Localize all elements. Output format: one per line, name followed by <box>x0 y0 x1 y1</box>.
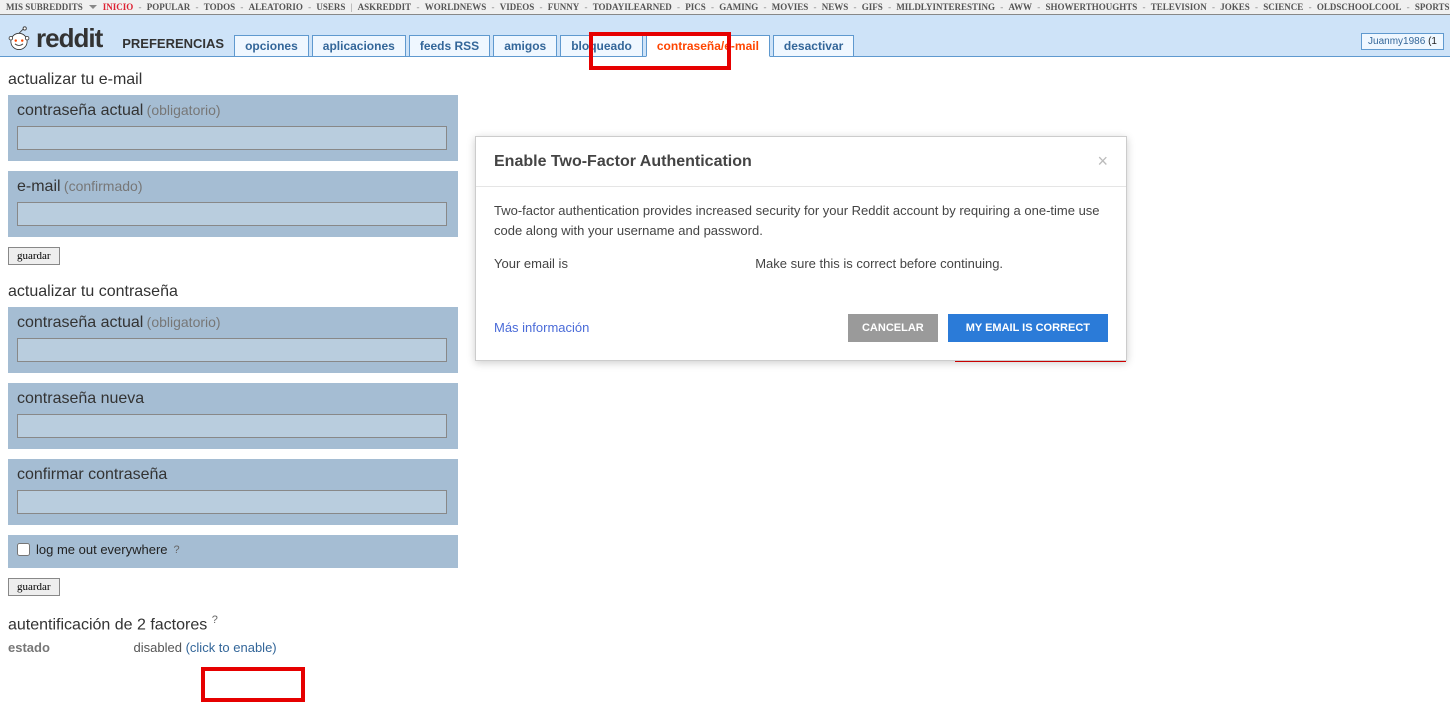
dropdown-triangle-icon[interactable] <box>89 5 97 9</box>
subreddit-link[interactable]: SCIENCE <box>1263 2 1303 12</box>
confirm-password-input[interactable] <box>17 490 447 514</box>
two-factor-heading-text: autentificación de 2 factores <box>8 616 207 633</box>
current-password-hint: (obligatorio) <box>147 102 221 118</box>
subreddit-link[interactable]: FUNNY <box>548 2 580 12</box>
confirm-password-box: confirmar contraseña <box>8 459 458 525</box>
your-email-prefix: Your email is <box>494 256 568 271</box>
two-factor-modal: Enable Two-Factor Authentication × Two-f… <box>475 136 1127 361</box>
subreddit-link[interactable]: POPULAR <box>147 2 191 12</box>
two-factor-status-value: disabled <box>134 640 182 655</box>
subreddit-link[interactable]: VIDEOS <box>500 2 535 12</box>
subreddit-bar: MIS SUBREDDITS INICIO - POPULAR - TODOS … <box>0 0 1450 15</box>
modal-body: Two-factor authentication provides incre… <box>476 187 1126 302</box>
subreddit-link[interactable]: SHOWERTHOUGHTS <box>1046 2 1138 12</box>
subreddit-link[interactable]: AWW <box>1009 2 1033 12</box>
user-bar[interactable]: Juanmy1986 (1 <box>1361 33 1444 50</box>
subreddit-link[interactable]: WORLDNEWS <box>425 2 487 12</box>
email-input[interactable] <box>17 202 447 226</box>
subreddit-link[interactable]: PICS <box>685 2 706 12</box>
two-factor-enable-link[interactable]: (click to enable) <box>186 640 277 655</box>
confirm-password-label: confirmar contraseña <box>17 466 167 483</box>
current-password-label-2: contraseña actual <box>17 314 143 331</box>
subreddit-link[interactable]: MOVIES <box>772 2 809 12</box>
subreddit-link[interactable]: TELEVISION <box>1151 2 1207 12</box>
email-hint: (confirmado) <box>64 178 143 194</box>
pref-tab[interactable]: aplicaciones <box>312 35 406 57</box>
modal-header: Enable Two-Factor Authentication × <box>476 137 1126 187</box>
save-password-button[interactable]: guardar <box>8 578 60 596</box>
subreddit-link[interactable]: MILDLYINTERESTING <box>896 2 995 12</box>
two-factor-status-row: estado disabled (click to enable) <box>8 640 1444 655</box>
new-password-label: contraseña nueva <box>17 390 144 407</box>
pref-tab[interactable]: contraseña/e-mail <box>646 35 770 57</box>
subreddit-link[interactable]: ASKREDDIT <box>358 2 412 12</box>
new-password-box: contraseña nueva <box>8 383 458 449</box>
subreddit-link[interactable]: TODOS <box>204 2 235 12</box>
subreddit-link[interactable]: OLDSCHOOLCOOL <box>1317 2 1402 12</box>
snoo-icon <box>6 26 32 52</box>
subreddit-link[interactable]: GAMING <box>719 2 758 12</box>
current-password-hint-2: (obligatorio) <box>147 314 221 330</box>
modal-email-line: Your email is Make sure this is correct … <box>494 254 1108 274</box>
email-box: e-mail (confirmado) <box>8 171 458 237</box>
pref-tab[interactable]: desactivar <box>773 35 854 57</box>
save-email-button[interactable]: guardar <box>8 247 60 265</box>
current-password-input-2[interactable] <box>17 338 447 362</box>
subreddit-link[interactable]: TODAYILEARNED <box>593 2 672 12</box>
modal-title: Enable Two-Factor Authentication <box>494 153 752 171</box>
logo-text: reddit <box>36 23 102 54</box>
pref-tab[interactable]: feeds RSS <box>409 35 490 57</box>
modal-footer: Más información CANCELAR MY EMAIL IS COR… <box>476 302 1126 360</box>
more-info-link[interactable]: Más información <box>494 320 589 335</box>
subreddit-link[interactable]: NEWS <box>822 2 849 12</box>
modal-description: Two-factor authentication provides incre… <box>494 201 1108 240</box>
close-icon[interactable]: × <box>1097 151 1108 172</box>
subreddit-link[interactable]: USERS <box>316 2 345 12</box>
subreddit-link[interactable]: ALEATORIO <box>249 2 303 12</box>
two-factor-status-label: estado <box>8 640 50 655</box>
cancel-button[interactable]: CANCELAR <box>848 314 938 342</box>
logout-everywhere-box: log me out everywhere ? <box>8 535 458 568</box>
logout-help-icon[interactable]: ? <box>174 544 180 556</box>
current-password-label: contraseña actual <box>17 102 143 119</box>
page-header: reddit PREFERENCIAS opcionesaplicaciones… <box>0 15 1450 57</box>
subreddit-link[interactable]: SPORTS <box>1415 2 1450 12</box>
current-password-box: contraseña actual (obligatorio) <box>8 95 458 161</box>
pref-tab[interactable]: amigos <box>493 35 557 57</box>
preferences-title: PREFERENCIAS <box>118 32 234 57</box>
new-password-input[interactable] <box>17 414 447 438</box>
user-suffix: (1 <box>1428 36 1437 47</box>
current-password-box-2: contraseña actual (obligatorio) <box>8 307 458 373</box>
logout-everywhere-label: log me out everywhere <box>36 542 168 557</box>
update-email-heading: actualizar tu e-mail <box>8 71 1444 89</box>
subreddit-link[interactable]: GIFS <box>862 2 883 12</box>
email-correct-suffix: Make sure this is correct before continu… <box>755 256 1003 271</box>
two-factor-heading: autentificación de 2 factores ? <box>8 614 1444 634</box>
tab-menu: PREFERENCIAS opcionesaplicacionesfeeds R… <box>118 32 857 57</box>
pref-tab[interactable]: opciones <box>234 35 309 57</box>
confirm-email-button[interactable]: MY EMAIL IS CORRECT <box>948 314 1108 342</box>
subreddit-link[interactable]: INICIO <box>103 2 134 12</box>
logout-everywhere-checkbox[interactable] <box>17 543 30 556</box>
my-subreddits-label[interactable]: MIS SUBREDDITS <box>6 2 83 12</box>
email-label: e-mail <box>17 178 61 195</box>
current-password-input[interactable] <box>17 126 447 150</box>
pref-tab[interactable]: bloqueado <box>560 35 643 57</box>
two-factor-help-icon[interactable]: ? <box>212 614 218 626</box>
subreddit-link[interactable]: JOKES <box>1220 2 1250 12</box>
username-link[interactable]: Juanmy1986 <box>1368 36 1425 47</box>
reddit-logo[interactable]: reddit <box>6 23 102 54</box>
